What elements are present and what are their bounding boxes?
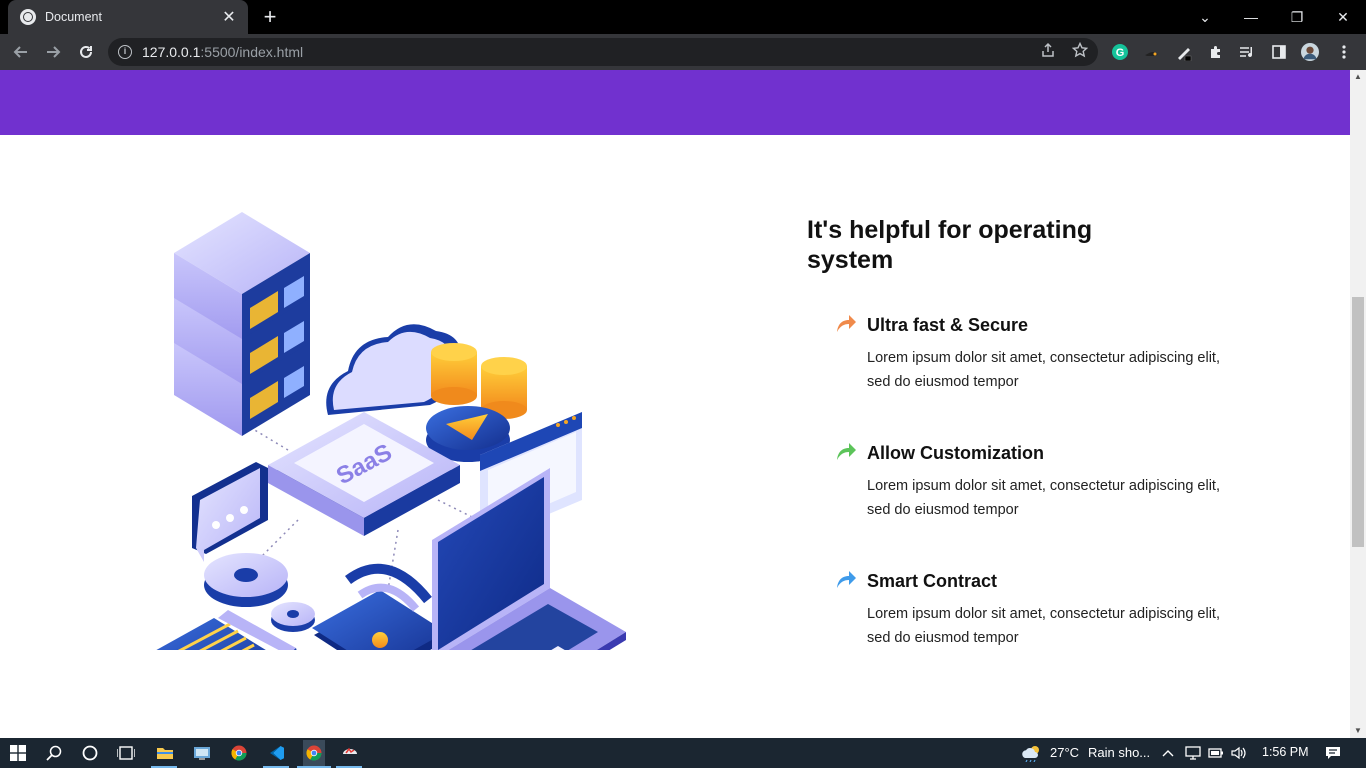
url-path: :5500/index.html [200,44,304,60]
feature-item: Smart Contract Lorem ipsum dolor sit ame… [837,570,1237,650]
network-icon[interactable] [1183,743,1203,763]
file-explorer-icon[interactable] [155,743,175,763]
chat-bubble-graphic [192,462,268,562]
chrome-active-icon[interactable] [303,740,325,766]
feature-title: Smart Contract [867,571,998,591]
server-rack [174,212,310,436]
notification-icon[interactable] [1323,743,1343,763]
chevron-up-icon[interactable] [1158,743,1178,763]
pen-extension-icon[interactable] [1175,43,1193,61]
share-arrow-icon [837,571,856,588]
saas-illustration: SaaS [156,212,626,650]
tab-search-icon[interactable]: ⌄ [1182,0,1228,34]
windows-taskbar: 27°C Rain sho... 1:56 PM [0,738,1366,768]
gears-graphic [204,553,315,632]
scroll-up-arrow-icon[interactable]: ▲ [1350,70,1366,84]
close-window-button[interactable]: ✕ [1320,0,1366,34]
feature-title: Allow Customization [867,443,1044,463]
media-control-icon[interactable] [1238,43,1256,61]
globe-icon [20,9,36,25]
new-tab-button[interactable]: + [258,5,282,29]
feature-description: Lorem ipsum dolor sit amet, consectetur … [867,478,1220,518]
page-viewport: SaaS It's helpful for operating system U… [0,70,1350,738]
feature-item: Allow Customization Lorem ipsum dolor si… [837,442,1237,522]
url-host: 127.0.0.1 [142,44,201,60]
grammarly-icon[interactable]: G [1111,43,1129,61]
side-panel-icon[interactable] [1270,43,1288,61]
back-icon[interactable] [9,40,33,64]
laptop-graphic [432,468,626,650]
extension-icon[interactable] [1143,43,1161,61]
volume-icon[interactable] [1229,743,1249,763]
svg-text:G: G [1116,47,1125,59]
bookmark-star-icon[interactable] [1071,41,1089,60]
battery-icon[interactable] [1206,743,1226,763]
chrome-icon[interactable] [229,743,249,763]
phone-wifi-graphic [312,563,448,650]
clock-time[interactable]: 1:56 PM [1262,745,1309,759]
cortana-icon[interactable] [80,743,100,763]
address-bar[interactable]: i 127.0.0.1:5500/index.html [108,38,1098,66]
share-arrow-icon [837,315,856,332]
site-info-icon[interactable]: i [118,45,132,59]
app-icon[interactable] [340,743,360,763]
browser-tab[interactable]: Document ✕ [8,0,248,34]
weather-description[interactable]: Rain sho... [1088,745,1150,760]
feature-item: Ultra fast & Secure Lorem ipsum dolor si… [837,314,1237,394]
scroll-thumb[interactable] [1352,297,1364,547]
reload-icon[interactable] [74,40,98,64]
windows-start-icon[interactable] [8,743,28,763]
tab-title: Document [45,10,102,24]
page-scrollbar[interactable]: ▲ ▼ [1350,70,1366,738]
vscode-icon[interactable] [267,743,287,763]
weather-icon[interactable] [1020,743,1044,763]
feature-title: Ultra fast & Secure [867,315,1029,335]
weather-temperature[interactable]: 27°C [1050,745,1079,760]
minimize-button[interactable]: — [1228,0,1274,34]
extensions-puzzle-icon[interactable] [1207,43,1225,61]
feature-description: Lorem ipsum dolor sit amet, consectetur … [867,606,1220,646]
chrome-menu-icon[interactable] [1335,43,1353,61]
forward-icon[interactable] [41,40,65,64]
feature-description: Lorem ipsum dolor sit amet, consectetur … [867,350,1220,390]
share-icon[interactable] [1039,42,1057,60]
browser-toolbar: i 127.0.0.1:5500/index.html G [0,34,1366,70]
close-tab-icon[interactable]: ✕ [220,7,238,27]
search-icon[interactable] [44,743,64,763]
share-arrow-icon [837,443,856,460]
scroll-down-arrow-icon[interactable]: ▼ [1350,724,1366,738]
restore-button[interactable]: ❐ [1274,0,1320,34]
task-view-icon[interactable] [116,743,136,763]
features-section: It's helpful for operating system Ultra … [807,215,1237,650]
control-panel-icon[interactable] [192,743,212,763]
hero-band [0,70,1350,135]
browser-tab-bar: Document ✕ + ⌄ — ❐ ✕ [0,0,1366,34]
profile-avatar[interactable] [1301,43,1319,61]
section-title: It's helpful for operating system [807,216,1093,274]
